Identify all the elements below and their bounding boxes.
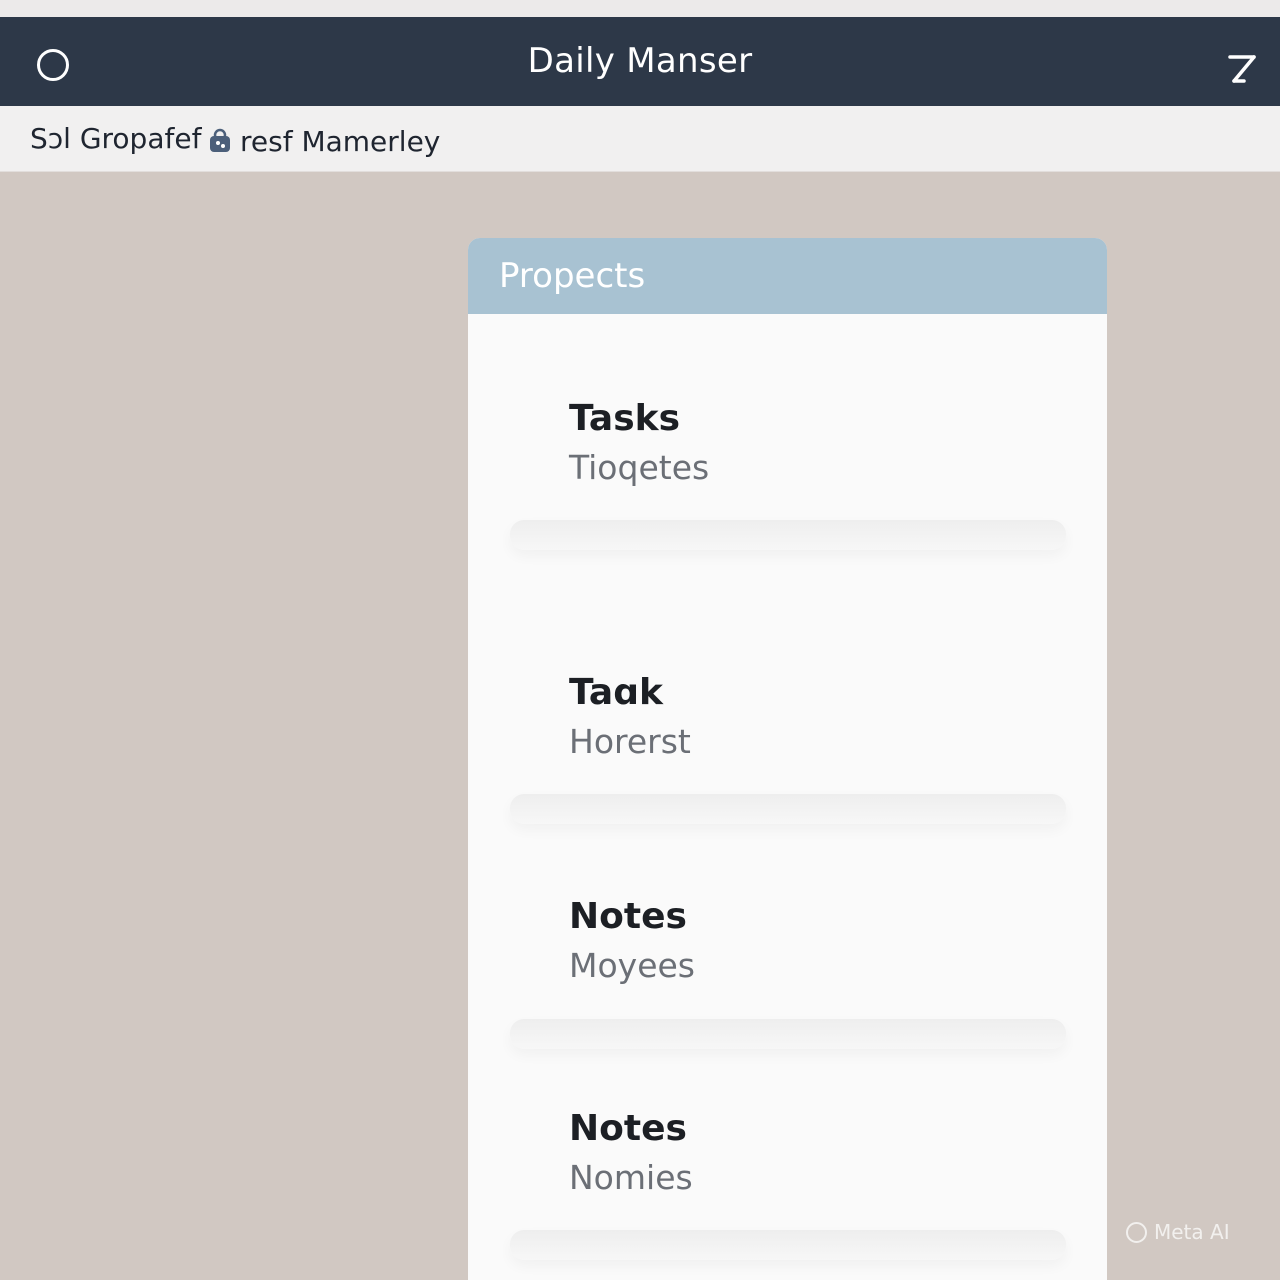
watermark-text: Meta AI	[1154, 1220, 1230, 1244]
watermark: Meta AI	[1126, 1219, 1230, 1245]
list-item-subtitle: Horerst	[569, 722, 691, 761]
panel-header: Propects	[468, 238, 1107, 314]
tag-icon	[210, 128, 230, 152]
list-item-title: Notes	[569, 1108, 687, 1149]
breadcrumb-item-2-label: resf Mamerley	[240, 124, 441, 158]
list-item-title: Taɑk	[569, 672, 663, 713]
divider	[510, 1230, 1066, 1260]
list-item[interactable]: Notes Moyees	[468, 862, 1107, 1086]
list-item-subtitle: Nomies	[569, 1158, 693, 1197]
breadcrumb-item-2[interactable]: resf Mamerley	[206, 124, 440, 158]
app-title: Daily Manser	[527, 41, 753, 81]
breadcrumb-item-1[interactable]: Sɔl Gropafef	[30, 122, 201, 155]
breadcrumb: Sɔl Gropafef resf Mamerley	[0, 106, 1280, 172]
projects-panel: Propects Tasks Tioqetes Taɑk Horerst Not…	[468, 238, 1107, 1280]
app-bar: Daily Manser	[0, 17, 1280, 106]
list-item[interactable]: Notes Nomies	[468, 1086, 1107, 1280]
top-strip	[0, 0, 1280, 17]
divider	[510, 1019, 1066, 1049]
divider	[510, 520, 1066, 550]
list-item-subtitle: Moyees	[569, 946, 695, 985]
list-item-subtitle: Tioqetes	[569, 448, 710, 487]
list-item-title: Tasks	[569, 398, 681, 439]
list-item[interactable]: Tasks Tioqetes	[468, 314, 1107, 588]
list-item-title: Notes	[569, 896, 687, 937]
panel-title: Propects	[499, 256, 646, 296]
meta-ai-icon	[1126, 1221, 1147, 1243]
pen-icon[interactable]	[1222, 47, 1262, 87]
divider	[510, 794, 1066, 824]
list-item[interactable]: Taɑk Horerst	[468, 588, 1107, 862]
